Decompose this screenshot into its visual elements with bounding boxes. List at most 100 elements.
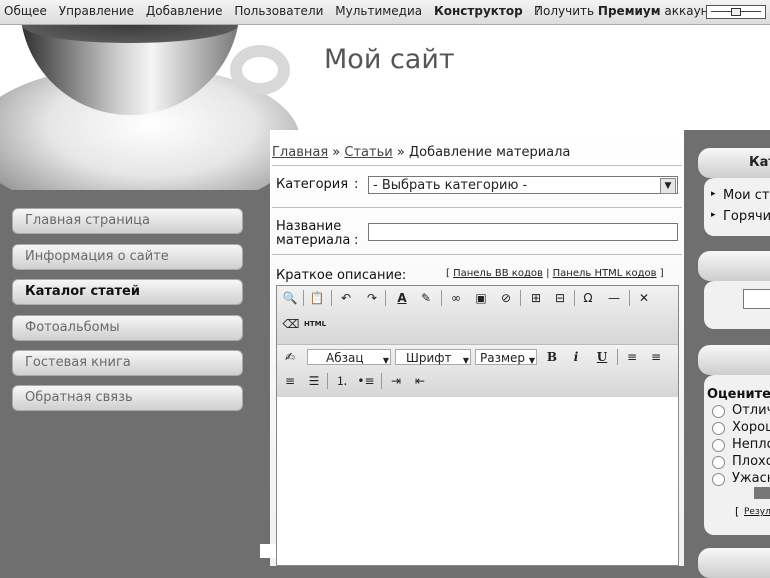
align-left-icon[interactable]: ≡: [623, 349, 641, 365]
premium-bold: Премиум: [597, 4, 661, 18]
coffee-cup-image: [0, 25, 300, 190]
toolbar-separator: [327, 373, 328, 389]
poll-option: Неплох: [732, 437, 770, 452]
panel-slider[interactable]: [706, 5, 766, 19]
table-edit-icon[interactable]: ⊟: [551, 290, 569, 306]
table-icon[interactable]: ⊞: [527, 290, 545, 306]
redo-icon[interactable]: ↷: [363, 290, 381, 306]
search-block-header: [698, 251, 770, 281]
toolbar-separator: [331, 290, 332, 306]
size-dropdown-value: Размер: [480, 351, 526, 365]
poll-title: Оцените м: [707, 387, 770, 402]
catalog-block: [704, 178, 770, 236]
results-bracket: [: [735, 505, 740, 518]
catalog-block-title: Кат: [749, 155, 770, 170]
chevron-down-icon: ▼: [528, 356, 535, 365]
image-icon[interactable]: ▣: [472, 290, 490, 306]
indent-icon[interactable]: ⇥: [387, 373, 405, 389]
search-input[interactable]: [743, 289, 770, 309]
category-select[interactable]: - Выбрать категорию - ▼: [368, 176, 678, 194]
vote-button[interactable]: [754, 487, 770, 499]
bb-codes-link[interactable]: Панель BB кодов: [453, 268, 543, 279]
bracket-open: [: [446, 268, 450, 279]
horizontal-rule-icon[interactable]: —: [605, 290, 623, 306]
font-dropdown[interactable]: Шрифт ▼: [395, 349, 471, 365]
highlight-icon[interactable]: ✎: [417, 290, 435, 306]
bulleted-list-icon[interactable]: •≡: [357, 373, 375, 389]
underline-icon[interactable]: U: [593, 349, 611, 365]
poll-option: Ужасно: [732, 471, 770, 486]
poll-radio[interactable]: [712, 405, 725, 418]
white-block: [260, 544, 276, 558]
bold-icon[interactable]: B: [543, 349, 561, 365]
premium-prefix: Получить: [534, 4, 595, 18]
category-label: Категория: [276, 177, 349, 192]
editor-toolbar-row1: 🔍 📋 ↶ ↷ A ✎ ∞ ▣ ⊘ ⊞ ⊟ Ω — ✕ ⌫ HTML: [277, 286, 678, 344]
admin-topbar: Общее Управление Добавление Пользователи…: [0, 0, 770, 25]
poll-option: Плохо: [732, 454, 770, 469]
font-dropdown-value: Шрифт: [406, 351, 452, 365]
outdent-icon[interactable]: ⇤: [411, 373, 429, 389]
title-label-line2: материала: [276, 233, 351, 248]
breadcrumb-sep-1: »: [332, 145, 341, 160]
slider-thumb[interactable]: [731, 8, 741, 16]
code-panels-links: [ Панель BB кодов | Панель HTML кодов ]: [446, 268, 664, 279]
no-entry-icon[interactable]: ⊘: [497, 290, 515, 306]
poll-radio[interactable]: [712, 422, 725, 435]
menu-item-home[interactable]: Главная страница: [12, 208, 243, 234]
close-icon[interactable]: ✕: [635, 290, 653, 306]
catalog-item[interactable]: Мои ста: [723, 188, 770, 203]
chevron-down-icon[interactable]: ▼: [660, 178, 676, 194]
eraser-icon[interactable]: ⌫: [282, 316, 300, 332]
menu-item-about[interactable]: Информация о сайте: [12, 244, 243, 270]
html-codes-link[interactable]: Панель HTML кодов: [553, 268, 657, 279]
toolbar-separator: [629, 290, 630, 306]
menu-item-articles[interactable]: Каталог статей: [12, 279, 243, 305]
poll-block-header: [698, 345, 770, 375]
numbered-list-icon[interactable]: ⒈: [333, 373, 351, 389]
nav-general[interactable]: Общее: [4, 4, 47, 18]
align-right-icon[interactable]: ≡: [281, 373, 299, 389]
title-input[interactable]: [368, 223, 678, 241]
nav-multimedia[interactable]: Мультимедиа: [335, 4, 422, 18]
text-color-icon[interactable]: A: [393, 290, 411, 306]
nav-users[interactable]: Пользователи: [234, 4, 323, 18]
poll-option: Отличн: [732, 403, 770, 418]
nav-management[interactable]: Управление: [59, 4, 134, 18]
special-char-icon[interactable]: Ω: [579, 290, 597, 306]
undo-icon[interactable]: ↶: [337, 290, 355, 306]
breadcrumb-home[interactable]: Главная: [272, 145, 328, 160]
paste-icon[interactable]: 📋: [308, 290, 326, 306]
breadcrumb-articles[interactable]: Статьи: [344, 145, 392, 160]
format-icon[interactable]: ✍: [281, 349, 299, 365]
align-center-icon[interactable]: ≡: [647, 349, 665, 365]
poll-radio[interactable]: [712, 456, 725, 469]
toolbar-separator: [520, 290, 521, 306]
next-block-header: [698, 548, 770, 578]
menu-item-photos[interactable]: Фотоальбомы: [12, 315, 243, 341]
premium-link[interactable]: Получить Премиум аккаунт: [534, 4, 716, 18]
title-label-line1: Название: [276, 219, 342, 234]
nav-add[interactable]: Добавление: [146, 4, 223, 18]
poll-radio[interactable]: [712, 439, 725, 452]
toolbar-separator: [303, 290, 304, 306]
divider: [272, 254, 682, 255]
link-icon[interactable]: ∞: [447, 290, 465, 306]
panel-separator: |: [546, 268, 550, 279]
poll-radio[interactable]: [712, 473, 725, 486]
size-dropdown[interactable]: Размер ▼: [475, 349, 537, 365]
results-link[interactable]: Резул: [744, 507, 770, 517]
catalog-item[interactable]: Горячи: [723, 209, 770, 224]
find-icon[interactable]: 🔍: [281, 290, 299, 306]
html-source-icon[interactable]: HTML: [303, 316, 327, 332]
toolbar-separator: [574, 290, 575, 306]
nav-constructor[interactable]: Конструктор: [434, 4, 523, 18]
italic-icon[interactable]: i: [567, 349, 585, 365]
align-justify-icon[interactable]: ☰: [305, 373, 323, 389]
paragraph-dropdown[interactable]: Абзац ▼: [307, 349, 391, 365]
menu-item-feedback[interactable]: Обратная связь: [12, 385, 243, 411]
editor-text-area[interactable]: [277, 398, 678, 565]
chevron-down-icon: ▼: [382, 356, 389, 365]
menu-item-guestbook[interactable]: Гостевая книга: [12, 350, 243, 376]
breadcrumb-current: Добавление материала: [408, 145, 571, 160]
